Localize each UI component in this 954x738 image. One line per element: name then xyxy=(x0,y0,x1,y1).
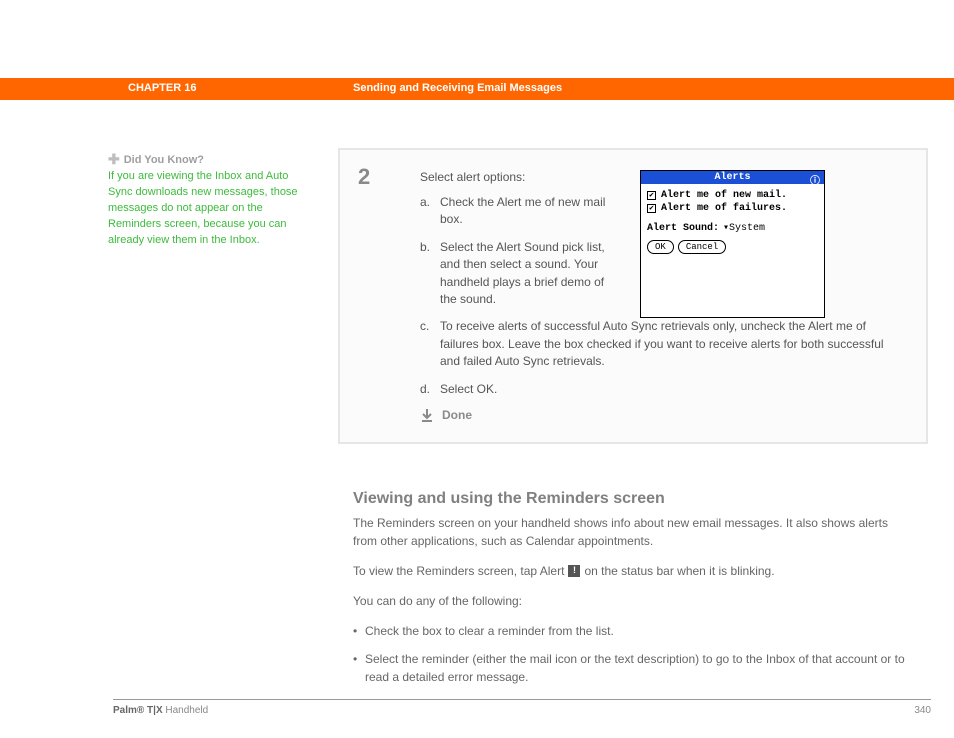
done-row: Done xyxy=(420,408,906,422)
cancel-button: Cancel xyxy=(678,240,726,254)
step-item-text: Check the Alert me of new mail box. xyxy=(440,194,620,229)
step-number: 2 xyxy=(340,150,400,190)
step-list-top: a. Check the Alert me of new mail box. b… xyxy=(420,194,620,308)
sound-label: Alert Sound: xyxy=(647,223,719,234)
header-bar: CHAPTER 16 Sending and Receiving Email M… xyxy=(0,78,954,100)
did-you-know-sidebar: ✚ Did You Know? If you are viewing the In… xyxy=(108,149,308,249)
bullet-list: Check the box to clear a reminder from t… xyxy=(353,622,913,686)
step-item-text: Select OK. xyxy=(440,381,906,398)
ok-button: OK xyxy=(647,240,674,254)
section-paragraph: The Reminders screen on your handheld sh… xyxy=(353,514,913,550)
step-item-text: Select the Alert Sound pick list, and th… xyxy=(440,239,620,309)
step-item: c. To receive alerts of successful Auto … xyxy=(420,318,906,370)
step-item-text: To receive alerts of successful Auto Syn… xyxy=(440,318,906,370)
bullet-item: Select the reminder (either the mail ico… xyxy=(353,650,913,686)
alerts-dialog-mockup: Alerts ⓘ ✔ Alert me of new mail. ✔ Alert… xyxy=(640,170,825,318)
checkbox-row: ✔ Alert me of failures. xyxy=(647,203,818,214)
chapter-title: Sending and Receiving Email Messages xyxy=(353,82,562,94)
dialog-title-bar: Alerts ⓘ xyxy=(641,171,824,184)
step-list-bottom: c. To receive alerts of successful Auto … xyxy=(420,318,906,398)
page: CHAPTER 16 Sending and Receiving Email M… xyxy=(0,0,954,738)
checkbox-checked-icon: ✔ xyxy=(647,191,656,200)
bullet-item: Check the box to clear a reminder from t… xyxy=(353,622,913,640)
step-box: 2 Select alert options: a. Check the Ale… xyxy=(338,148,928,444)
step-item-label: b. xyxy=(420,239,440,309)
step-intro: Select alert options: xyxy=(420,170,620,184)
done-label: Done xyxy=(442,408,472,422)
alert-status-icon: ! xyxy=(568,565,580,577)
checkbox-label: Alert me of new mail. xyxy=(661,190,787,201)
section-paragraph-with-icon: To view the Reminders screen, tap Alert … xyxy=(353,562,913,580)
page-number: 340 xyxy=(914,705,931,716)
step-item-label: a. xyxy=(420,194,440,229)
product-name: Palm® T|X Handheld xyxy=(113,705,208,716)
product-rest: Handheld xyxy=(163,705,209,716)
checkbox-label: Alert me of failures. xyxy=(661,203,787,214)
info-icon: ⓘ xyxy=(810,172,820,188)
did-you-know-body: If you are viewing the Inbox and Auto Sy… xyxy=(108,169,308,249)
paragraph-text: on the status bar when it is blinking. xyxy=(584,562,774,580)
dialog-title: Alerts xyxy=(714,172,750,183)
sound-picklist-row: Alert Sound: ▾ System xyxy=(647,222,818,234)
product-bold: Palm® T|X xyxy=(113,705,163,716)
step-item: b. Select the Alert Sound pick list, and… xyxy=(420,239,620,309)
section-paragraph: You can do any of the following: xyxy=(353,592,913,610)
checkbox-row: ✔ Alert me of new mail. xyxy=(647,190,818,201)
did-you-know-heading: Did You Know? xyxy=(124,154,204,166)
plus-icon: ✚ xyxy=(108,151,120,167)
step-item-label: d. xyxy=(420,381,440,398)
done-arrow-icon xyxy=(420,408,434,422)
paragraph-text: To view the Reminders screen, tap Alert xyxy=(353,562,564,580)
section-heading: Viewing and using the Reminders screen xyxy=(353,490,913,508)
footer: Palm® T|X Handheld 340 xyxy=(113,699,931,716)
step-item: d. Select OK. xyxy=(420,381,906,398)
step-item-label: c. xyxy=(420,318,440,370)
chapter-label: CHAPTER 16 xyxy=(128,82,196,94)
checkbox-checked-icon: ✔ xyxy=(647,204,656,213)
step-item: a. Check the Alert me of new mail box. xyxy=(420,194,620,229)
sound-value: System xyxy=(729,223,765,234)
section-body: Viewing and using the Reminders screen T… xyxy=(353,490,913,696)
